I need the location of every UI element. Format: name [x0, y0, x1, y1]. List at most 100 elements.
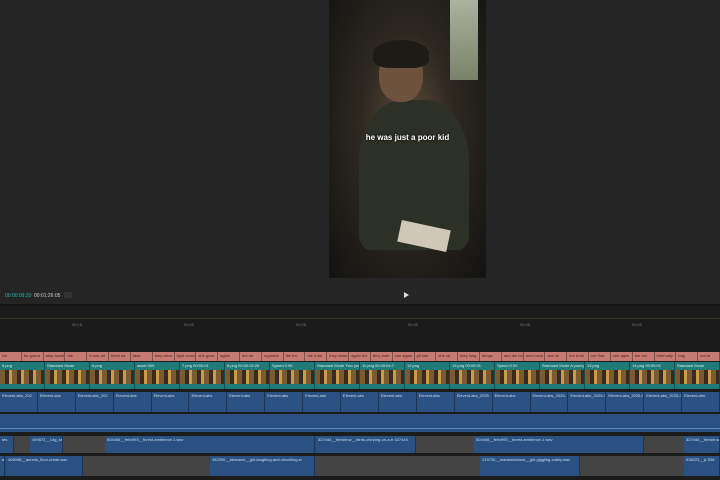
text_track-clip[interactable]: gif him: [414, 352, 437, 361]
voiceover-track: ElevenLabs_202 ElevenLabs ElevenLabs_202 El…: [0, 392, 720, 412]
text_track-clip[interactable]: they stolen: [327, 352, 350, 361]
text_track-clip[interactable]: step-wasting at: [43, 352, 66, 361]
text_track-clip[interactable]: and the love: [501, 352, 524, 361]
video_track-clip[interactable]: 12.png: [405, 362, 450, 389]
ruler-tick: 00:35: [520, 322, 531, 327]
text_track-clip[interactable]: for grand: [21, 352, 44, 361]
video_track-clip[interactable]: Standard Mode Two young men: [315, 362, 360, 389]
audio3-clip[interactable]: 327444__theslitroz__birds-chirping-on-a-…: [316, 436, 416, 453]
video_track-clip[interactable]: 5.png: [0, 362, 45, 389]
preview-panel: he was just a poor kid 00:00:09:20 00:01…: [0, 0, 720, 306]
audio1-clip[interactable]: ElevenLabs_2025-04-09T07_0: [644, 392, 683, 412]
text_track-clip[interactable]: again the: [349, 352, 371, 361]
video_track-clip[interactable]: Standard Mode: [45, 362, 90, 389]
video-track: 5.png Standard Mode 6.png asset 300 7.png 00…: [0, 362, 720, 389]
video_track-clip[interactable]: Speed 0.96: [270, 362, 315, 389]
audio1-clip[interactable]: ElevenLabs: [151, 392, 190, 412]
video_track-clip[interactable]: 13.png: [585, 362, 630, 389]
video_track-clip[interactable]: 8.png 00:00:02:26: [225, 362, 270, 389]
text_track-clip[interactable]: they long: [458, 352, 480, 361]
text_track-clip[interactable]: not at: [698, 352, 720, 361]
text_track-clip[interactable]: the: [65, 352, 88, 361]
text_track-clip[interactable]: she sh: [436, 352, 459, 361]
audio3-clip[interactable]: tes: [0, 436, 14, 453]
audio4-clip[interactable]: 382390__bbarazm__girl-laughing-and-chuck…: [210, 456, 315, 476]
video_track-clip[interactable]: asset 300: [135, 362, 180, 389]
text_track-clip[interactable]: she again: [392, 352, 415, 361]
timeline-ruler[interactable]: 00:15 00:20 00:25 00:30 00:35 00:40: [0, 318, 720, 330]
play-icon[interactable]: [404, 292, 409, 298]
text_track-clip[interactable]: it was all: [87, 352, 110, 361]
text_track-clip[interactable]: the thr: [283, 352, 306, 361]
text_track-clip[interactable]: face: [130, 352, 153, 361]
audio1-clip[interactable]: ElevenLabs_202: [75, 392, 114, 412]
current-timecode: 00:00:09:20: [5, 293, 32, 299]
text_track-clip[interactable]: them ca: [109, 352, 131, 361]
timecode-toggle[interactable]: [64, 292, 72, 298]
video_track-clip[interactable]: 11.png 00:00:04:7: [360, 362, 405, 389]
video_track-clip[interactable]: Standard Mode: [675, 362, 720, 389]
audio4-clip[interactable]: 538223__jz 536: [684, 456, 720, 476]
audio1-clip[interactable]: ElevenLabs: [37, 392, 76, 412]
ruler-tick: 00:20: [184, 322, 195, 327]
text_track-clip[interactable]: she ages: [610, 352, 633, 361]
audio1-clip[interactable]: ElevenLabs: [113, 392, 152, 412]
audio3-clip[interactable]: 327444__theslitroz: [684, 436, 720, 453]
text_track-clip[interactable]: bag: [676, 352, 699, 361]
window-light: [450, 0, 478, 80]
audio1-clip[interactable]: ElevenLabs_2025-04-09T07_02_18: [568, 392, 607, 412]
total-timecode: 00:01:26:05: [34, 293, 61, 299]
audio1-clip[interactable]: ElevenLabs: [227, 392, 266, 412]
ruler-tick: 00:30: [408, 322, 419, 327]
text_track-clip[interactable]: and move: [523, 352, 546, 361]
text_track-clip[interactable]: the truth: [567, 352, 590, 361]
text_track-clip[interactable]: they were: [152, 352, 175, 361]
audio1-clip[interactable]: ElevenLabs: [265, 392, 304, 412]
audio1-clip[interactable]: ElevenLabs: [303, 392, 342, 412]
audio1-clip[interactable]: ElevenLabs_2025-04-: [606, 392, 645, 412]
text-track: Nofor grandstep-wasting attheit was allt…: [0, 352, 720, 361]
audio1-clip[interactable]: ElevenLabs: [682, 392, 720, 412]
video_track-clip[interactable]: Standard Mode A young woman initially sm…: [540, 362, 585, 389]
text_track-clip[interactable]: again: [218, 352, 240, 361]
audio1-clip[interactable]: ElevenLabs_202: [0, 392, 38, 412]
text_track-clip[interactable]: they both: [370, 352, 393, 361]
text_track-clip[interactable]: things: [480, 352, 502, 361]
text_track-clip[interactable]: she grew: [196, 352, 219, 361]
audio4-clip[interactable]: 219700__madamvicious__girl-giggling-cute…: [480, 456, 580, 476]
audio1-clip[interactable]: ElevenLabs: [416, 392, 455, 412]
text_track-clip[interactable]: she sh: [545, 352, 568, 361]
audio3-clip[interactable]: 469872__14g_ss: [30, 436, 63, 453]
text_track-clip[interactable]: organize: [261, 352, 284, 361]
video_track-clip[interactable]: Speed 0.92: [495, 362, 540, 389]
ruler-tick: 00:40: [632, 322, 643, 327]
text_track-clip[interactable]: the old: [632, 352, 655, 361]
video_track-clip[interactable]: 14.png 00:00:01: [630, 362, 675, 389]
video_track-clip[interactable]: 6.png: [90, 362, 135, 389]
ruler-tick: 00:25: [296, 322, 307, 327]
text_track-clip[interactable]: No: [0, 352, 22, 361]
audio3-clip[interactable]: 504466__felix993__forest-ambience-1.wav: [474, 436, 644, 453]
video-preview[interactable]: he was just a poor kid: [329, 0, 486, 278]
text_track-clip[interactable]: the truth: [305, 352, 328, 361]
figure-hair: [373, 40, 429, 68]
audio1-clip[interactable]: ElevenLabs: [378, 392, 417, 412]
audio4-clip[interactable]: 405058__aurens_floor-creak.wav: [6, 456, 83, 476]
audio1-clip[interactable]: ElevenLabs: [492, 392, 531, 412]
audio3-clip[interactable]: 504466__felix993__forest-ambience-1.wav: [105, 436, 315, 453]
audio1-clip[interactable]: ElevenLabs_2025-: [530, 392, 569, 412]
music-track[interactable]: [0, 414, 720, 432]
text_track-clip[interactable]: thermally: [654, 352, 677, 361]
video_track-clip[interactable]: 13.png 00:00:01: [450, 362, 495, 389]
video_track-clip[interactable]: 7.png 00:00:01: [180, 362, 225, 389]
sfx-track-1: tes 469872__14g_ss 504466__felix993__fores…: [0, 436, 720, 453]
sfx-track-2: aa405058__aurens_floor-creak.wav 382390__…: [0, 456, 720, 476]
caption-text: he was just a poor kid: [365, 133, 450, 142]
audio1-clip[interactable]: ElevenLabs_2025: [454, 392, 493, 412]
audio1-clip[interactable]: ElevenLabs: [341, 392, 379, 412]
audio4-clip[interactable]: aa: [0, 456, 5, 476]
text_track-clip[interactable]: the ret: [240, 352, 262, 361]
audio1-clip[interactable]: ElevenLabs: [189, 392, 228, 412]
text_track-clip[interactable]: tight crowd: [174, 352, 197, 361]
text_track-clip[interactable]: her first: [589, 352, 611, 361]
